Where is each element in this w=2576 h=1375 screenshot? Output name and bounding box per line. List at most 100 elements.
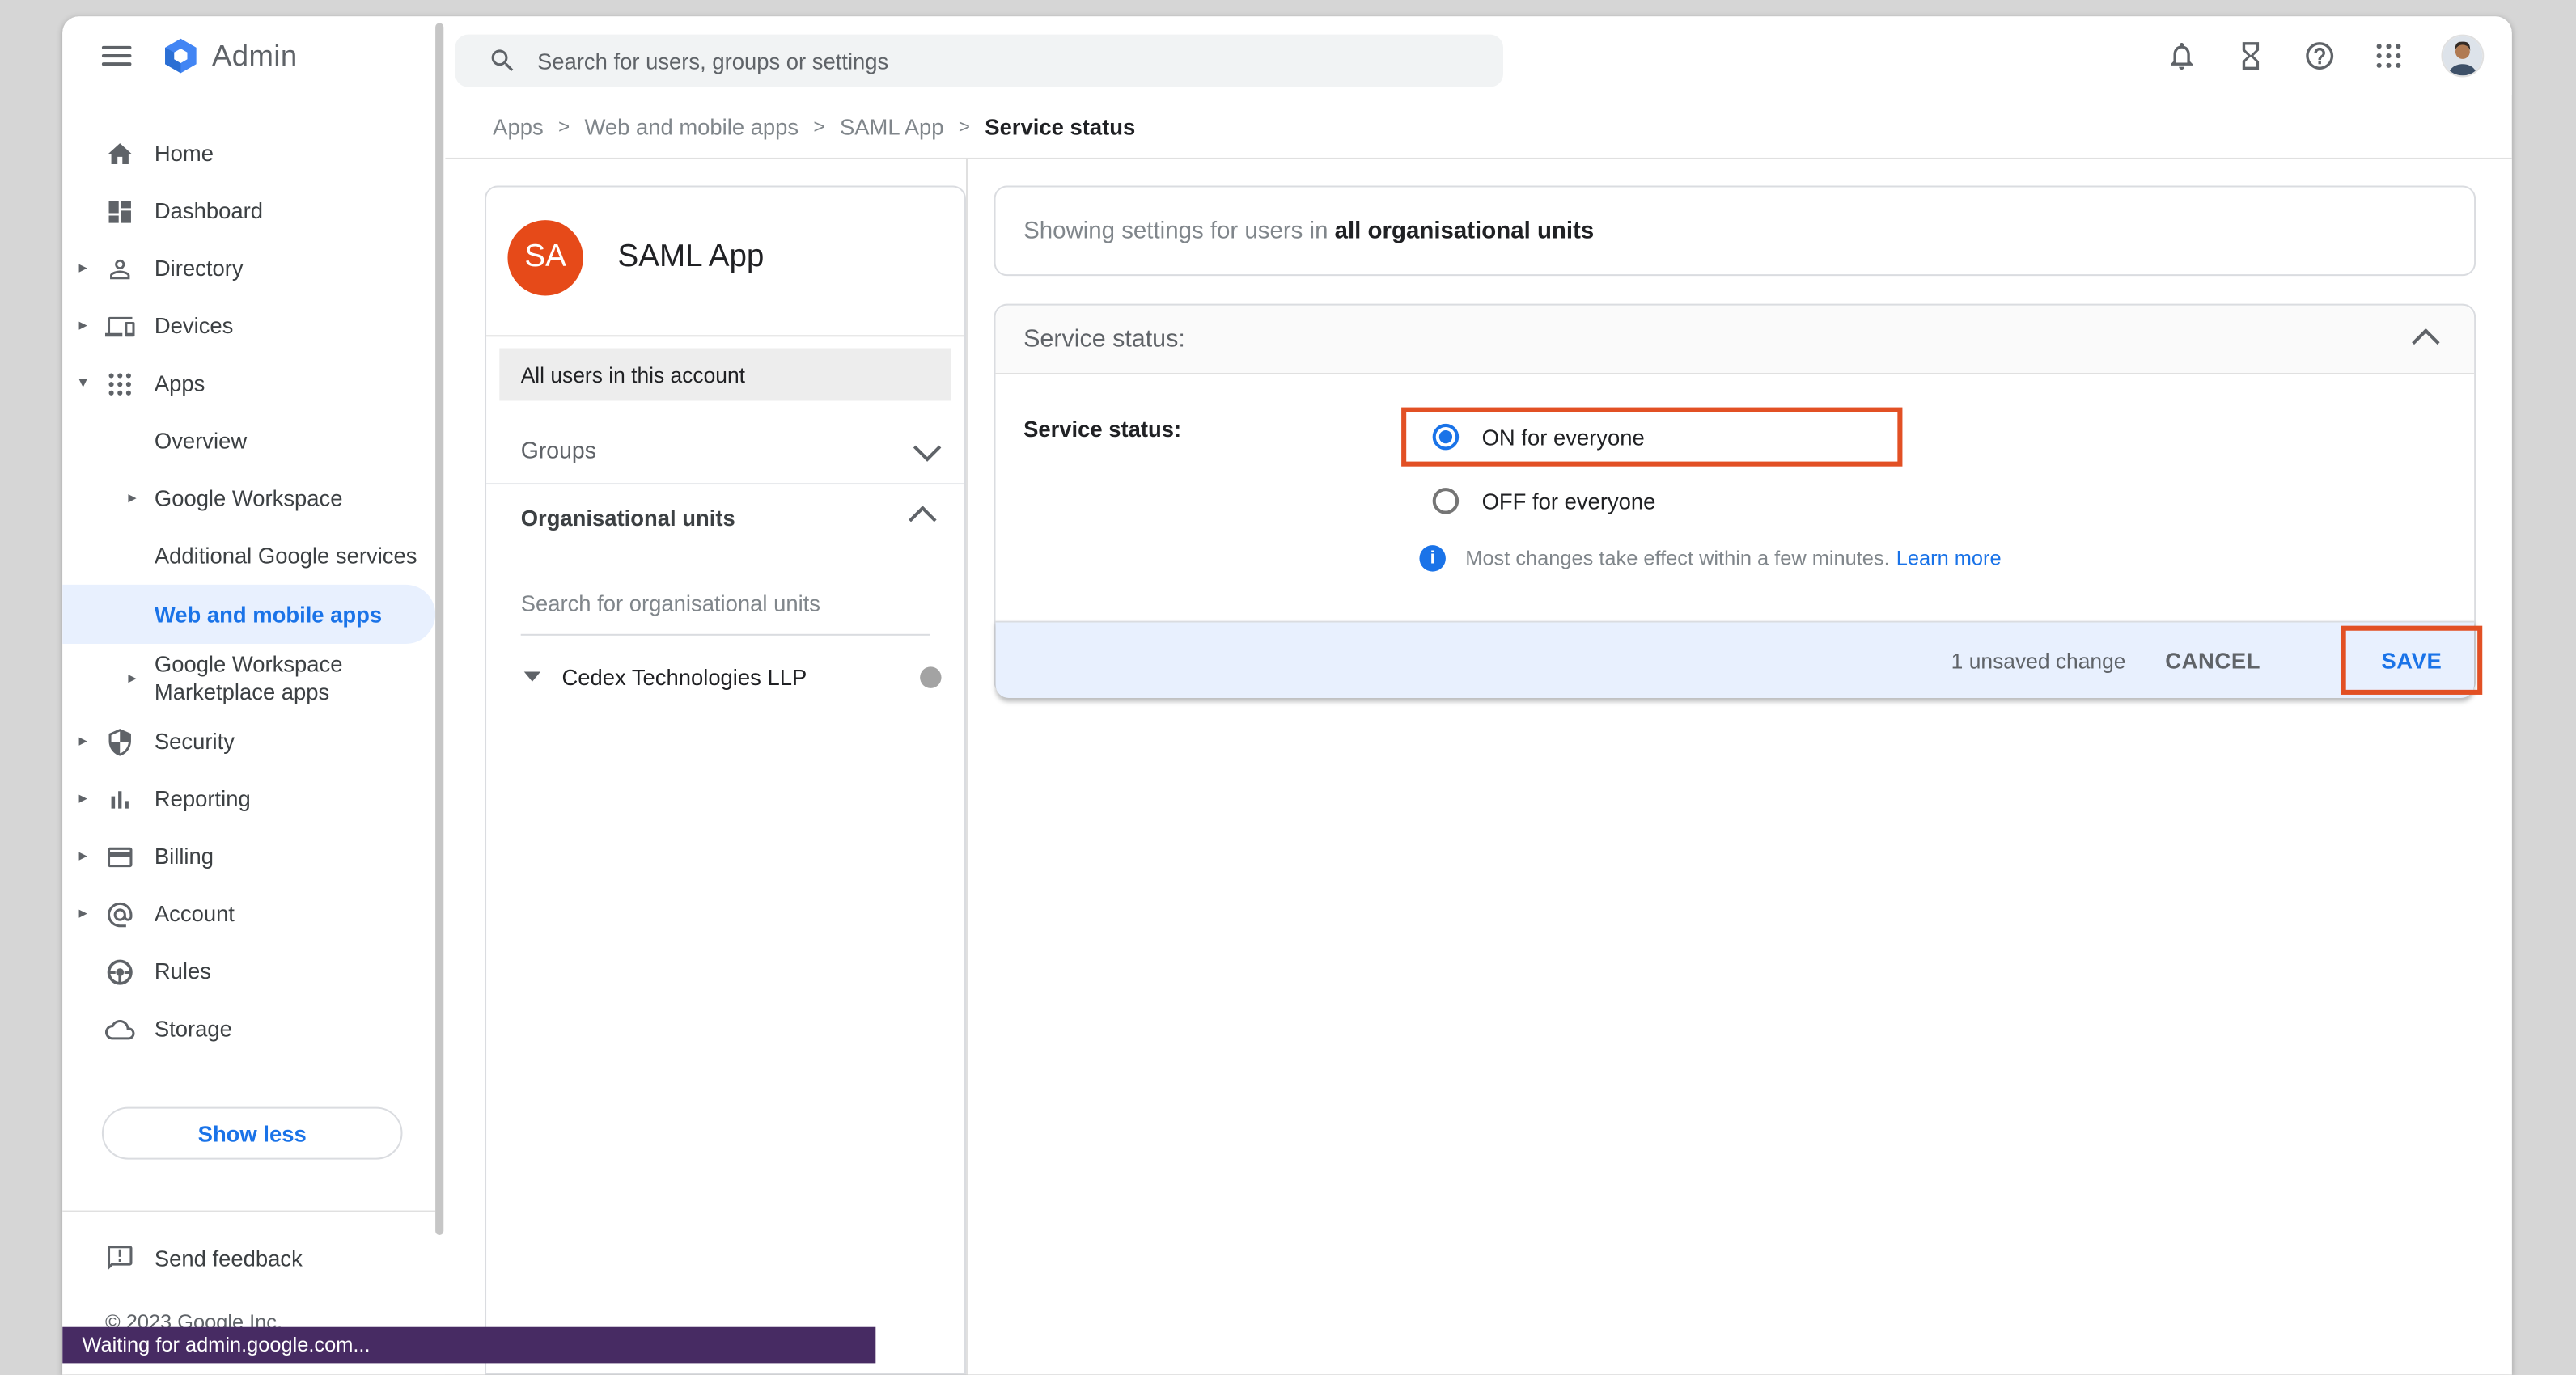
apps-grid-icon[interactable] bbox=[2372, 40, 2405, 73]
sidebar-item-google-workspace[interactable]: ▸ Google Workspace bbox=[62, 470, 435, 527]
expand-right-icon: ▸ bbox=[128, 489, 154, 507]
breadcrumb: Apps > Web and mobile apps > SAML App > … bbox=[445, 95, 2511, 159]
breadcrumb-web-and-mobile-apps[interactable]: Web and mobile apps bbox=[584, 114, 799, 138]
notifications-bell-icon[interactable] bbox=[2165, 40, 2198, 73]
sidebar-item-home[interactable]: Home bbox=[62, 125, 435, 182]
organisational-units-section-toggle[interactable]: Organisational units bbox=[486, 483, 964, 550]
service-status-card-body: Service status: ON for everyone OFF for … bbox=[996, 374, 2475, 621]
info-note: i Most changes take effect within a few … bbox=[1401, 545, 2002, 571]
breadcrumb-separator: > bbox=[813, 115, 824, 138]
sidebar-item-web-and-mobile-apps[interactable]: Web and mobile apps bbox=[62, 585, 435, 644]
info-icon: i bbox=[1419, 545, 1445, 571]
cancel-button[interactable]: CANCEL bbox=[2165, 648, 2260, 672]
groups-section-toggle[interactable]: Groups bbox=[486, 417, 964, 483]
ou-search-input[interactable] bbox=[521, 591, 930, 616]
credit-card-icon bbox=[105, 842, 135, 872]
expand-down-icon: ▾ bbox=[78, 374, 104, 392]
app-panel-header: SA SAML App bbox=[486, 187, 964, 336]
scope-banner-card: Showing settings for users in all organi… bbox=[994, 185, 2476, 276]
search-icon bbox=[488, 46, 518, 76]
breadcrumb-saml-app[interactable]: SAML App bbox=[840, 114, 944, 138]
sidebar-item-storage[interactable]: Storage bbox=[62, 1001, 435, 1058]
sidebar-item-apps[interactable]: ▾ Apps bbox=[62, 355, 435, 412]
browser-app-window: Admin bbox=[62, 16, 2512, 1374]
google-admin-brand: Admin bbox=[161, 16, 298, 95]
sidebar-item-security[interactable]: ▸ Security bbox=[62, 713, 435, 770]
saml-app-panel: SA SAML App All users in this account Gr… bbox=[485, 185, 966, 1374]
hamburger-menu-icon[interactable] bbox=[102, 41, 132, 71]
collapse-chevron-up-icon[interactable] bbox=[2412, 328, 2439, 355]
send-feedback-button[interactable]: Send feedback bbox=[62, 1229, 435, 1288]
dashboard-icon bbox=[105, 197, 135, 226]
all-users-scope-item[interactable]: All users in this account bbox=[499, 348, 951, 400]
expand-right-icon: ▸ bbox=[78, 848, 104, 865]
tree-expand-icon[interactable] bbox=[524, 672, 540, 682]
expand-right-icon: ▸ bbox=[78, 260, 104, 277]
sidebar-item-account[interactable]: ▸ Account bbox=[62, 885, 435, 942]
top-app-bar: Admin bbox=[62, 16, 2512, 95]
browser-status-toast: Waiting for admin.google.com... bbox=[62, 1327, 875, 1364]
apps-grid-icon bbox=[105, 369, 135, 399]
sidebar-item-overview[interactable]: Overview bbox=[62, 412, 435, 470]
help-icon[interactable] bbox=[2303, 40, 2337, 73]
app-title: SAML App bbox=[618, 239, 765, 276]
radio-off-unselected[interactable] bbox=[1433, 488, 1459, 514]
feedback-icon bbox=[105, 1243, 135, 1273]
screen: Admin bbox=[0, 0, 2576, 1375]
steering-wheel-icon bbox=[105, 957, 135, 987]
global-search-bar[interactable] bbox=[455, 35, 1503, 87]
user-avatar[interactable] bbox=[2441, 35, 2484, 78]
annotation-highlight-save-button: SAVE bbox=[2341, 626, 2483, 695]
radio-option-off[interactable]: OFF for everyone bbox=[1401, 476, 1655, 526]
sidebar-navigation: Home Dashboard ▸ Directory ▸ Devices ▾ bbox=[62, 95, 445, 1375]
ou-status-dot bbox=[920, 666, 941, 687]
sidebar-item-billing[interactable]: ▸ Billing bbox=[62, 827, 435, 885]
expand-right-icon: ▸ bbox=[128, 669, 154, 687]
devices-icon bbox=[105, 311, 135, 341]
main-content: Showing settings for users in all organi… bbox=[966, 159, 2512, 1375]
sidebar-scrollbar[interactable] bbox=[435, 23, 443, 1235]
app-avatar: SA bbox=[507, 220, 583, 295]
sidebar-item-google-workspace-marketplace-apps[interactable]: ▸ Google Workspace Marketplace apps bbox=[62, 644, 435, 713]
sidebar-item-rules[interactable]: Rules bbox=[62, 943, 435, 1001]
learn-more-link[interactable]: Learn more bbox=[1896, 547, 2002, 569]
service-status-card: Service status: Service status: ON for e… bbox=[994, 304, 2476, 695]
chevron-down-icon bbox=[913, 434, 941, 461]
radio-on-selected[interactable] bbox=[1433, 424, 1459, 450]
save-button[interactable]: SAVE bbox=[2381, 648, 2442, 672]
service-status-card-header[interactable]: Service status: bbox=[996, 306, 2475, 374]
radio-option-on[interactable]: ON for everyone bbox=[1401, 408, 1645, 467]
product-name: Admin bbox=[212, 39, 298, 74]
hourglass-icon[interactable] bbox=[2235, 40, 2268, 73]
breadcrumb-separator: > bbox=[959, 115, 970, 138]
breadcrumb-separator: > bbox=[558, 115, 570, 138]
unsaved-changes-text: 1 unsaved change bbox=[1951, 648, 2126, 672]
bar-chart-icon bbox=[105, 785, 135, 814]
person-icon bbox=[105, 254, 135, 284]
scope-value: all organisational units bbox=[1335, 218, 1595, 243]
expand-right-icon: ▸ bbox=[78, 317, 104, 335]
ou-search-field[interactable] bbox=[521, 590, 930, 636]
expand-right-icon: ▸ bbox=[78, 905, 104, 923]
sidebar-item-devices[interactable]: ▸ Devices bbox=[62, 298, 435, 355]
ou-tree-item[interactable]: Cedex Technologies LLP bbox=[486, 655, 964, 698]
cloud-icon bbox=[105, 1014, 135, 1044]
expand-right-icon: ▸ bbox=[78, 790, 104, 808]
chevron-up-icon bbox=[909, 506, 936, 533]
google-admin-logo bbox=[161, 36, 201, 76]
shield-icon bbox=[105, 727, 135, 757]
service-status-field-label: Service status: bbox=[1023, 417, 1181, 442]
breadcrumb-apps[interactable]: Apps bbox=[493, 114, 544, 138]
sidebar-divider bbox=[62, 1211, 435, 1212]
sidebar-item-additional-google-services[interactable]: Additional Google services bbox=[62, 527, 435, 585]
topbar-action-icons bbox=[2165, 16, 2484, 95]
sidebar-item-reporting[interactable]: ▸ Reporting bbox=[62, 770, 435, 827]
sidebar-item-dashboard[interactable]: Dashboard bbox=[62, 182, 435, 239]
unsaved-changes-bar: 1 unsaved change CANCEL SAVE bbox=[996, 621, 2475, 698]
sidebar-item-directory[interactable]: ▸ Directory bbox=[62, 239, 435, 297]
expand-right-icon: ▸ bbox=[78, 733, 104, 751]
breadcrumb-service-status: Service status bbox=[985, 114, 1135, 138]
home-icon bbox=[105, 139, 135, 169]
show-less-button[interactable]: Show less bbox=[102, 1107, 403, 1160]
search-input[interactable] bbox=[534, 47, 1362, 75]
